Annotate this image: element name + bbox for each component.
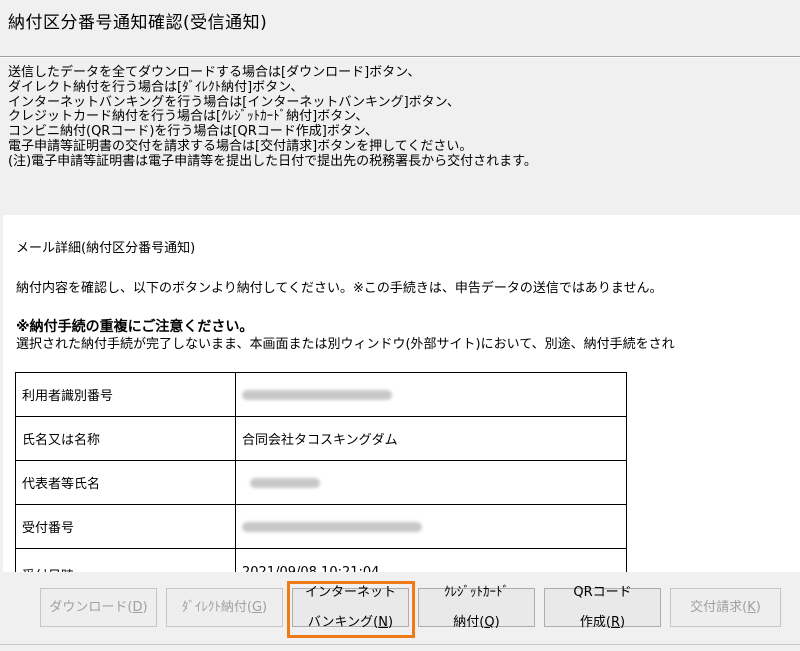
instruction-line: ダイレクト納付を行う場合は[ﾀﾞｲﾚｸﾄ納付]ボタン、 — [8, 79, 304, 95]
credit-card-payment-button[interactable]: ｸﾚｼﾞｯﾄｶｰﾄﾞ 納付(Q) — [418, 585, 535, 630]
direct-payment-button[interactable]: ﾀﾞｲﾚｸﾄ納付(G) — [166, 588, 283, 627]
instruction-line: 電子申請等証明書の交付を請求する場合は[交付請求]ボタンを押してください。 — [8, 138, 473, 154]
instruction-line: コンビニ納付(QRコード)を行う場合は[QRコード作成]ボタン、 — [8, 124, 379, 140]
representative-value — [235, 460, 627, 505]
name-value: 合同会社タコスキングダム — [235, 416, 627, 461]
internet-banking-button[interactable]: インターネット バンキング(N) — [292, 585, 409, 630]
instruction-line: インターネットバンキングを行う場合は[インターネットバンキング]ボタン、 — [8, 94, 460, 110]
user-id-label: 利用者識別番号 — [15, 372, 236, 417]
redacted-value — [242, 389, 392, 400]
name-label: 氏名又は名称 — [15, 416, 236, 461]
receipt-number-value — [235, 504, 627, 549]
redacted-value — [242, 521, 422, 532]
receipt-number-label: 受付番号 — [15, 504, 236, 549]
duplicate-warning-text: 選択された納付手続が完了しないまま、本画面または別ウィンドウ(外部サイト)におい… — [16, 337, 675, 352]
instruction-line: (注)電子申請等証明書は電子申請等を提出した日付で提出先の税務署長から交付されま… — [8, 153, 537, 169]
qr-code-create-button[interactable]: QRコード 作成(R) — [544, 585, 661, 630]
table-row: 受付番号 — [15, 504, 627, 549]
receipt-datetime-label: 受付日時 — [15, 548, 236, 572]
mail-detail-panel[interactable]: メール詳細(納付区分番号通知) 納付内容を確認し、以下のボタンより納付してくださ… — [3, 215, 800, 572]
table-row: 氏名又は名称 合同会社タコスキングダム — [15, 416, 627, 461]
instruction-line: 送信したデータを全てダウンロードする場合は[ダウンロード]ボタン、 — [8, 65, 421, 80]
table-row: 代表者等氏名 — [15, 460, 627, 505]
issue-request-button[interactable]: 交付請求(K) — [670, 588, 781, 627]
redacted-value — [250, 477, 320, 488]
table-row: 利用者識別番号 — [15, 372, 627, 417]
instruction-line: クレジットカード納付を行う場合は[ｸﾚｼﾞｯﾄｶｰﾄﾞ納付]ボタン、 — [8, 109, 369, 125]
table-row: 受付日時 2021/09/08 10:21:04 — [15, 548, 627, 572]
instructions-text: 送信したデータを全てダウンロードする場合は[ダウンロード]ボタン、 ダイレクト納… — [8, 65, 537, 170]
download-button[interactable]: ダウンロード(D) — [40, 588, 157, 627]
user-id-value — [235, 372, 627, 417]
representative-label: 代表者等氏名 — [15, 460, 236, 505]
receipt-datetime-value: 2021/09/08 10:21:04 — [235, 548, 627, 572]
button-bar: ダウンロード(D) ﾀﾞｲﾚｸﾄ納付(G) インターネット バンキング(N) ｸ… — [0, 576, 800, 651]
mail-detail-title: メール詳細(納付区分番号通知) — [16, 241, 196, 256]
payment-info-table: 利用者識別番号 氏名又は名称 合同会社タコスキングダム 代表者等氏名 受付番号 … — [15, 372, 627, 572]
bottom-divider — [0, 644, 800, 645]
title-divider — [0, 56, 800, 58]
mail-intro-text: 納付内容を確認し、以下のボタンより納付してください。※この手続きは、申告データの… — [16, 281, 663, 296]
window-title: 納付区分番号通知確認(受信通知) — [8, 13, 268, 33]
